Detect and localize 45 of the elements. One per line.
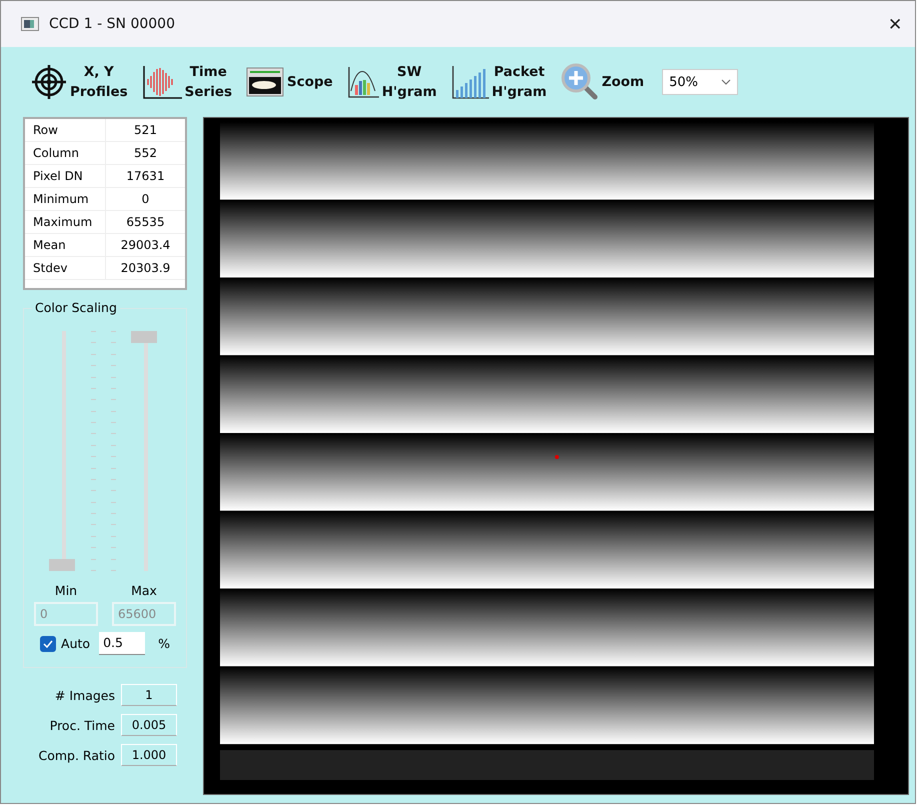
percent-field[interactable]: 0.5 — [99, 632, 146, 655]
info-label: Proc. Time — [50, 718, 115, 732]
slider-label: Min — [54, 583, 78, 598]
unit-label: % — [158, 636, 170, 651]
toolbar-button[interactable]: Scope — [246, 67, 333, 97]
app-icon — [21, 17, 39, 31]
stat-label: Column — [25, 142, 105, 165]
toolbar-button[interactable]: X, Y Profiles — [31, 62, 128, 102]
crosshair-icon — [31, 64, 67, 100]
info-value: 1.000 — [121, 744, 177, 766]
toolbar-button[interactable]: Packet H'gram — [450, 62, 547, 102]
slider-label: Max — [131, 583, 157, 598]
chevron-down-icon — [721, 79, 732, 85]
stat-label: Minimum — [25, 188, 105, 211]
scope-icon — [246, 67, 284, 97]
stat-value: 20303.9 — [105, 257, 185, 280]
group-title: Color Scaling — [32, 300, 120, 315]
zoom-dropdown[interactable]: 50% — [662, 69, 738, 95]
info-value: 1 — [121, 684, 177, 706]
zoom-in-icon — [560, 63, 599, 101]
toolbar-button[interactable]: Zoom — [560, 63, 644, 101]
stat-value: 29003.4 — [105, 234, 185, 257]
toolbar-button[interactable]: Time Series — [142, 62, 232, 102]
stat-value: 65535 — [105, 211, 185, 234]
stat-value: 0 — [105, 188, 185, 211]
stat-value: 17631 — [105, 165, 185, 188]
info-value: 0.005 — [121, 714, 177, 736]
checkbox-label: Auto — [61, 636, 90, 651]
toolbar-button[interactable]: SW H'gram — [346, 62, 437, 102]
stat-label: Row — [25, 119, 105, 142]
auto-checkbox[interactable] — [40, 636, 56, 652]
stat-value: 552 — [105, 142, 185, 165]
info-label: Comp. Ratio — [38, 748, 115, 762]
window-title: CCD 1 - SN 00000 — [49, 16, 176, 32]
bar-chart-icon — [450, 64, 489, 100]
stat-label: Pixel DN — [25, 165, 105, 188]
waveform-icon — [142, 64, 182, 100]
close-button[interactable]: ✕ — [875, 4, 915, 44]
stat-label: Stdev — [25, 257, 105, 280]
stat-label: Maximum — [25, 211, 105, 234]
info-label: # Images — [54, 688, 115, 702]
stat-value: 521 — [105, 119, 185, 142]
stat-label: Mean — [25, 234, 105, 257]
histogram-icon — [346, 65, 379, 99]
checkmark-icon — [43, 640, 54, 648]
